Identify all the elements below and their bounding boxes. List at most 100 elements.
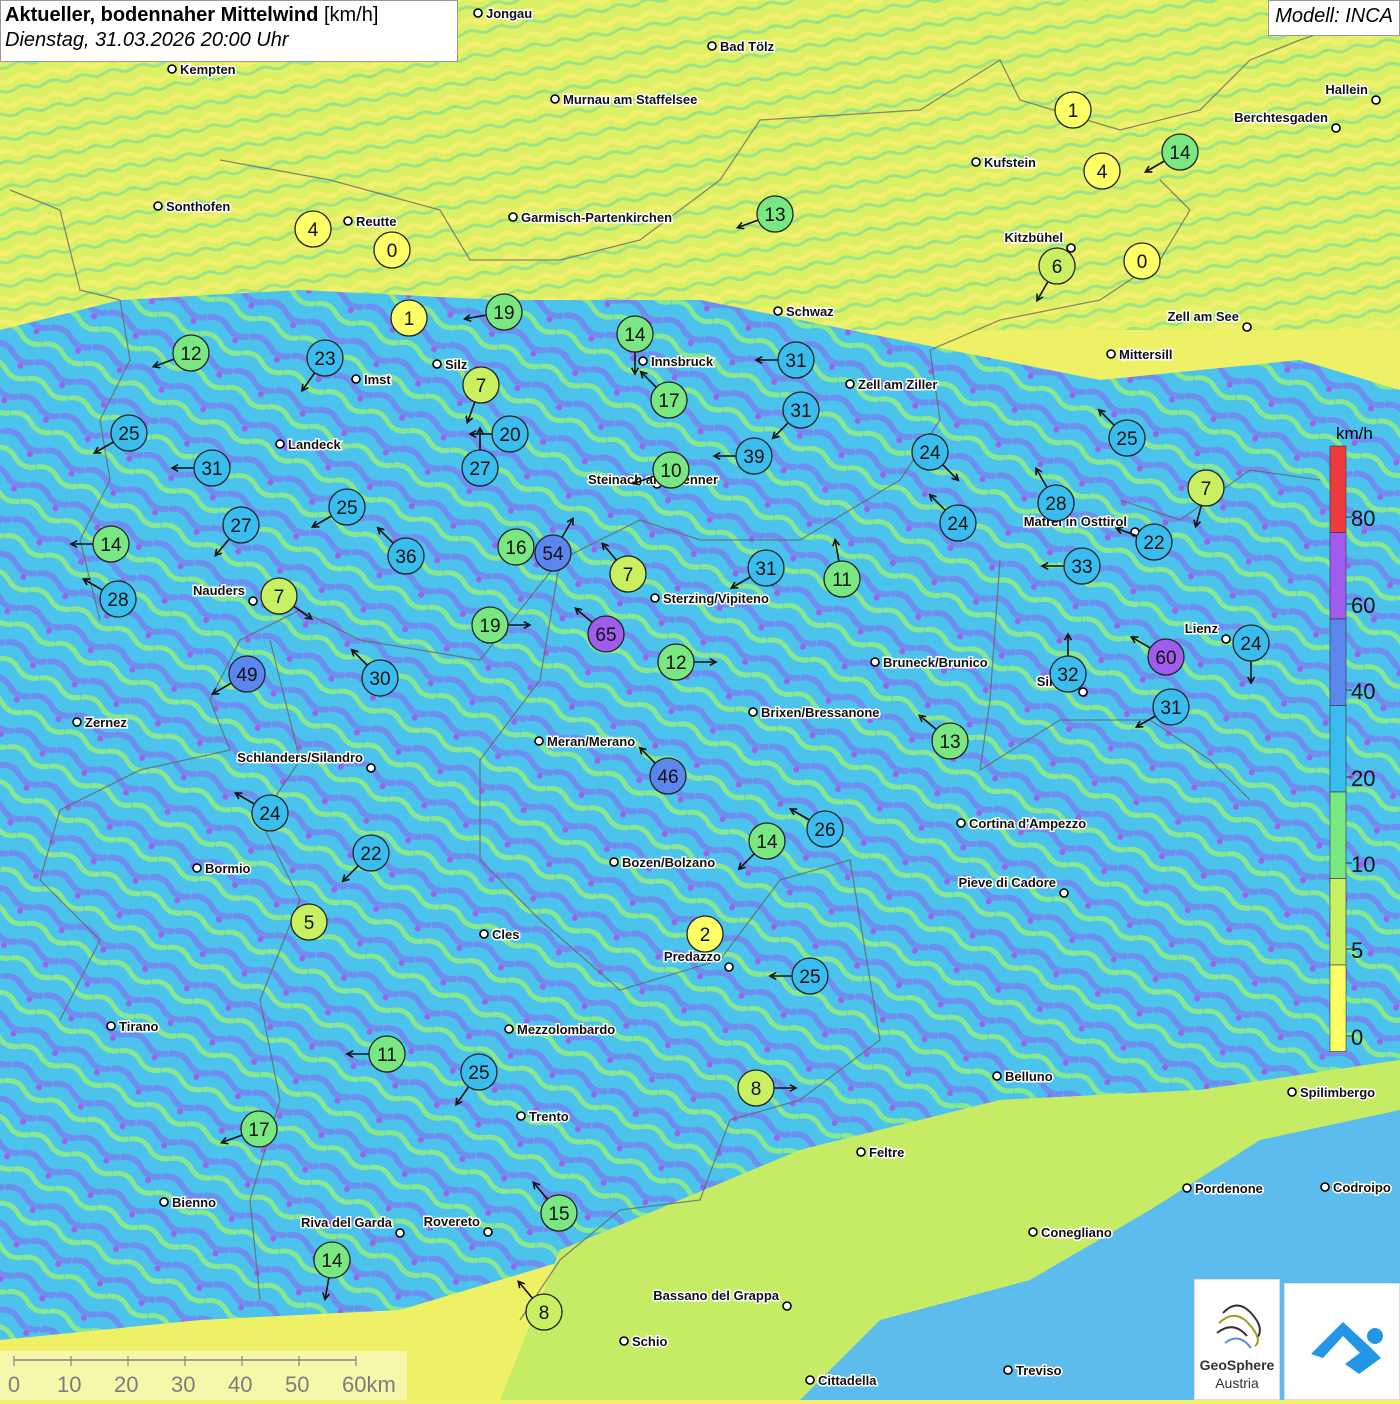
station-value: 22 (1143, 533, 1164, 554)
station-value: 27 (230, 516, 251, 537)
station-value: 0 (1137, 252, 1148, 273)
city-label: Silz (445, 357, 468, 372)
city-dot-icon (748, 707, 758, 717)
city-label: Codroipo (1333, 1180, 1391, 1195)
city-label: Belluno (1005, 1069, 1053, 1084)
city-dot-icon (1287, 1087, 1297, 1097)
city-marker: Bruneck/Brunico (870, 654, 989, 672)
station-value: 12 (180, 344, 201, 365)
logo-line2: Austria (1215, 1375, 1259, 1391)
city-dot-icon (275, 439, 285, 449)
station-value: 1 (404, 309, 415, 330)
city-label: Mezzolombardo (517, 1022, 615, 1037)
legend-swatch (1329, 878, 1347, 966)
station-value: 25 (336, 498, 357, 519)
city-dot-icon (479, 929, 489, 939)
station-value: 6 (1052, 257, 1063, 278)
station-value: 33 (1071, 557, 1092, 578)
wind-station[interactable]: 2 (686, 915, 724, 953)
station-value: 7 (476, 376, 487, 397)
city-dot-icon (650, 593, 660, 603)
legend-tick-label: 60 (1351, 593, 1375, 618)
city-marker: Conegliano (1028, 1224, 1113, 1242)
station-value: 28 (107, 590, 128, 611)
city-dot-icon (773, 306, 783, 316)
city-label: Feltre (869, 1145, 904, 1160)
city-dot-icon (351, 374, 361, 384)
city-marker: Meran/Merano (534, 733, 637, 751)
city-label: Jongau (486, 6, 532, 21)
city-label: Cortina d'Ampezzo (969, 816, 1086, 831)
city-label: Spilimbergo (1300, 1085, 1375, 1100)
city-label: Cittadella (818, 1373, 877, 1388)
station-value: 14 (756, 832, 778, 853)
city-marker: Bozen/Bolzano (609, 854, 717, 872)
legend-tick-label: 0 (1351, 1025, 1363, 1050)
wind-station[interactable]: 16 (497, 528, 535, 566)
legend-swatch (1329, 791, 1347, 879)
station-value: 17 (248, 1120, 269, 1141)
wind-station[interactable]: 4 (1083, 152, 1121, 190)
city-marker: Spilimbergo (1287, 1084, 1377, 1102)
legend-tick-label: 5 (1351, 938, 1363, 963)
station-value: 8 (539, 1303, 550, 1324)
city-label: Landeck (288, 437, 342, 452)
station-value: 25 (468, 1063, 489, 1084)
city-dot-icon (248, 596, 258, 606)
cloud-mountain-icon (1311, 1322, 1383, 1374)
city-dot-icon (1371, 95, 1381, 105)
wind-station[interactable]: 5 (290, 903, 328, 941)
station-value: 36 (395, 547, 416, 568)
city-label: Zell am See (1167, 309, 1239, 324)
geosphere-emblem-icon (1216, 1304, 1261, 1349)
city-dot-icon (516, 1111, 526, 1121)
city-dot-icon (395, 1228, 405, 1238)
station-value: 31 (790, 401, 811, 422)
station-value: 54 (542, 544, 564, 565)
city-dot-icon (159, 1197, 169, 1207)
city-dot-icon (609, 857, 619, 867)
city-dot-icon (856, 1147, 866, 1157)
city-label: Zell am Ziller (858, 377, 937, 392)
city-label: Pordenone (1195, 1181, 1263, 1196)
station-value: 4 (308, 220, 319, 241)
city-label: Bruneck/Brunico (883, 655, 988, 670)
city-dot-icon (619, 1336, 629, 1346)
city-label: Trento (529, 1109, 569, 1124)
map-datetime: Dienstag, 31.03.2026 20:00 Uhr (5, 29, 289, 51)
station-value: 17 (658, 391, 679, 412)
legend-swatch (1329, 964, 1347, 1052)
city-dot-icon (782, 1301, 792, 1311)
wind-station[interactable]: 1 (390, 299, 428, 337)
wind-station[interactable]: 1 (1054, 91, 1092, 129)
wind-station[interactable]: 4 (294, 210, 332, 248)
city-marker: Pordenone (1182, 1180, 1264, 1198)
city-dot-icon (724, 962, 734, 972)
city-dot-icon (153, 201, 163, 211)
wind-station[interactable]: 0 (373, 231, 411, 269)
station-value: 7 (1201, 479, 1212, 500)
city-label: Bassano del Grappa (653, 1288, 779, 1303)
city-dot-icon (1320, 1182, 1330, 1192)
city-dot-icon (1028, 1227, 1038, 1237)
station-value: 49 (236, 665, 257, 686)
city-dot-icon (534, 736, 544, 746)
legend-tick-label: 40 (1351, 679, 1375, 704)
city-dot-icon (1003, 1365, 1013, 1375)
city-marker: Sterzing/Vipiteno (650, 590, 770, 608)
station-value: 24 (259, 804, 281, 825)
station-value: 2 (700, 925, 711, 946)
city-dot-icon (707, 41, 717, 51)
city-label: Sterzing/Vipiteno (663, 591, 769, 606)
wind-station[interactable]: 0 (1123, 242, 1161, 280)
city-dot-icon (1066, 243, 1076, 253)
station-value: 13 (764, 205, 785, 226)
legend-swatch (1329, 618, 1347, 706)
city-marker: Brixen/Bressanone (748, 704, 881, 722)
city-dot-icon (1221, 634, 1231, 644)
city-dot-icon (167, 64, 177, 74)
city-label: Murnau am Staffelsee (563, 92, 697, 107)
station-value: 0 (387, 241, 398, 262)
city-label: Matrei in Osttirol (1024, 514, 1127, 529)
station-value: 1 (1068, 101, 1079, 122)
